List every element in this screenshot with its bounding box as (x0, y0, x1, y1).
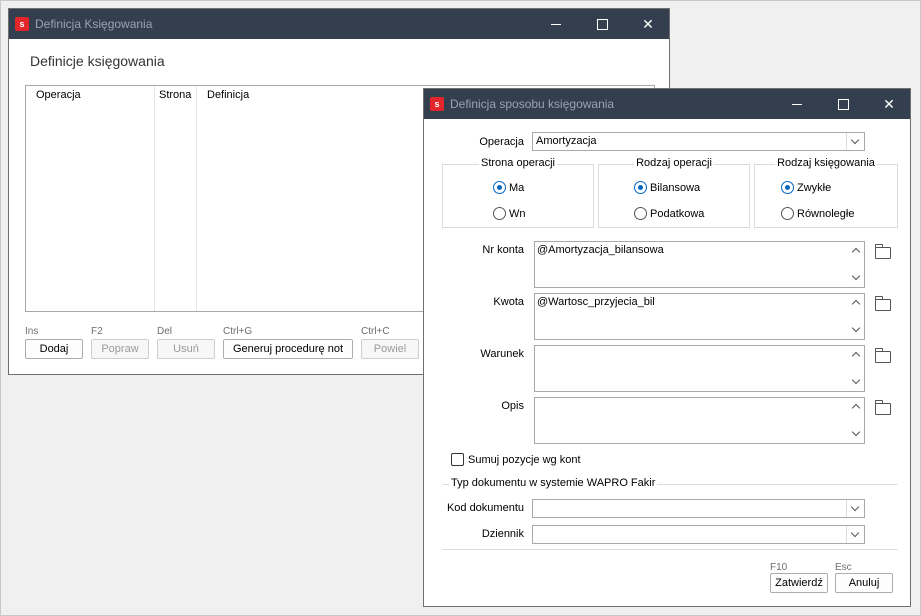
account-field[interactable]: @Amortyzacja_bilansowa (534, 241, 865, 288)
page-title: Definicje księgowania (30, 53, 165, 69)
side-wn-radio[interactable] (493, 207, 506, 220)
main-window-title: Definicja Księgowania (35, 17, 153, 31)
folder-icon[interactable] (875, 400, 891, 415)
chevron-down-icon[interactable] (846, 133, 864, 150)
description-field[interactable] (534, 397, 865, 444)
main-titlebar[interactable]: s Definicja Księgowania ✕ (9, 9, 669, 39)
posting-definition-dialog: s Definicja sposobu księgowania ✕ Operac… (423, 88, 911, 607)
posting-type-group-title: Rodzaj księgowania (775, 157, 877, 169)
shortcut-f2: F2 (91, 326, 103, 337)
add-button[interactable]: Dodaj (25, 339, 83, 359)
document-code-select[interactable] (532, 499, 865, 518)
amount-value: @Wartosc_przyjecia_bil (537, 296, 655, 308)
folder-icon[interactable] (875, 348, 891, 363)
side-group: Strona operacji Ma Wn (442, 157, 594, 228)
scroll-down-icon[interactable] (847, 270, 864, 287)
side-wn-label[interactable]: Wn (509, 208, 526, 220)
operation-type-group-title: Rodzaj operacji (634, 157, 714, 169)
side-ma-radio[interactable] (493, 181, 506, 194)
amount-label: Kwota (493, 296, 524, 308)
description-label: Opis (501, 400, 524, 412)
maximize-icon[interactable] (820, 89, 866, 119)
scroll-down-icon[interactable] (847, 322, 864, 339)
chevron-down-icon[interactable] (846, 526, 864, 543)
amount-field[interactable]: @Wartosc_przyjecia_bil (534, 293, 865, 340)
journal-select[interactable] (532, 525, 865, 544)
maximize-icon[interactable] (579, 9, 625, 39)
shortcut-ctrl-g: Ctrl+G (223, 326, 253, 337)
scroll-up-icon[interactable] (847, 242, 864, 259)
scrollbar[interactable] (847, 346, 864, 391)
shortcut-f10: F10 (770, 562, 788, 573)
operation-type-bilansowa-label[interactable]: Bilansowa (650, 182, 700, 194)
duplicate-button[interactable]: Powiel (361, 339, 419, 359)
scroll-up-icon[interactable] (847, 294, 864, 311)
delete-button[interactable]: Usuń (157, 339, 215, 359)
condition-label: Warunek (480, 348, 524, 360)
column-header-operacja[interactable]: Operacja (36, 89, 81, 101)
chevron-down-icon[interactable] (846, 500, 864, 517)
scroll-down-icon[interactable] (847, 426, 864, 443)
scrollbar[interactable] (847, 398, 864, 443)
condition-field[interactable] (534, 345, 865, 392)
close-icon[interactable]: ✕ (866, 89, 912, 119)
shortcut-ins: Ins (25, 326, 39, 337)
operation-value: Amortyzacja (536, 135, 597, 147)
confirm-button[interactable]: Zatwierdź (770, 573, 828, 593)
posting-type-rownolegle-label[interactable]: Równoległe (797, 208, 854, 220)
folder-icon[interactable] (875, 244, 891, 259)
shortcut-del: Del (157, 326, 173, 337)
column-separator (196, 86, 197, 311)
operation-type-podatkowa-radio[interactable] (634, 207, 647, 220)
app-icon: s (430, 97, 444, 111)
column-header-definicja[interactable]: Definicja (207, 89, 249, 101)
shortcut-esc: Esc (835, 562, 852, 573)
journal-label: Dziennik (481, 528, 524, 540)
edit-button[interactable]: Popraw (91, 339, 149, 359)
sum-by-account-label[interactable]: Sumuj pozycje wg kont (468, 454, 581, 466)
app-icon: s (15, 17, 29, 31)
close-icon[interactable]: ✕ (625, 9, 671, 39)
posting-type-zwykle-label[interactable]: Zwykłe (797, 182, 831, 194)
side-group-title: Strona operacji (479, 157, 557, 169)
dialog-titlebar[interactable]: s Definicja sposobu księgowania ✕ (424, 89, 910, 119)
operation-select[interactable]: Amortyzacja (532, 132, 865, 151)
scrollbar[interactable] (847, 242, 864, 287)
cancel-button[interactable]: Anuluj (835, 573, 893, 593)
account-label: Nr konta (482, 244, 524, 256)
posting-type-zwykle-radio[interactable] (781, 181, 794, 194)
shortcut-ctrl-c: Ctrl+C (361, 326, 390, 337)
generate-procedure-button[interactable]: Generuj procedurę not (223, 339, 353, 359)
account-value: @Amortyzacja_bilansowa (537, 244, 664, 256)
minimize-icon[interactable] (533, 9, 579, 39)
operation-type-group: Rodzaj operacji Bilansowa Podatkowa (598, 157, 750, 228)
operation-label: Operacja (479, 136, 524, 148)
posting-type-group: Rodzaj księgowania Zwykłe Równoległe (754, 157, 898, 228)
posting-type-rownolegle-radio[interactable] (781, 207, 794, 220)
scrollbar[interactable] (847, 294, 864, 339)
scroll-down-icon[interactable] (847, 374, 864, 391)
side-ma-label[interactable]: Ma (509, 182, 524, 194)
dialog-title: Definicja sposobu księgowania (450, 97, 615, 111)
sum-by-account-checkbox[interactable] (451, 453, 464, 466)
scroll-up-icon[interactable] (847, 346, 864, 363)
document-code-label: Kod dokumentu (446, 502, 524, 514)
folder-icon[interactable] (875, 296, 891, 311)
scroll-up-icon[interactable] (847, 398, 864, 415)
document-type-group-title: Typ dokumentu w systemie WAPRO Fakir (449, 477, 658, 489)
column-separator (154, 86, 155, 311)
minimize-icon[interactable] (774, 89, 820, 119)
column-header-strona[interactable]: Strona (159, 89, 191, 101)
operation-type-podatkowa-label[interactable]: Podatkowa (650, 208, 704, 220)
operation-type-bilansowa-radio[interactable] (634, 181, 647, 194)
